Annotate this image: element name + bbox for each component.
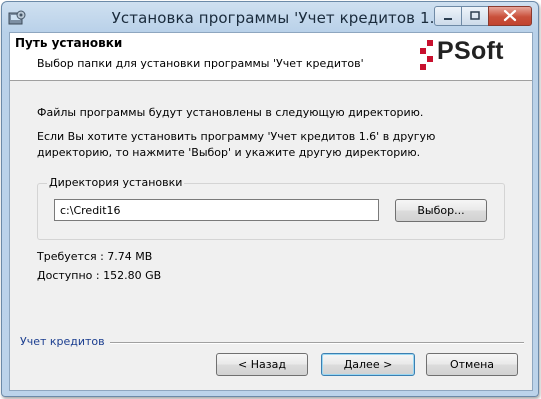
info-line-3: директорию, то нажмите 'Выбор' и укажите… [37, 146, 421, 159]
install-path-input[interactable] [54, 199, 379, 221]
browse-button[interactable]: Выбор... [395, 199, 487, 222]
logo-square [427, 40, 433, 46]
close-icon [503, 9, 517, 22]
logo-square [420, 64, 426, 70]
logo-square [420, 48, 426, 54]
info-line-1: Файлы программы будут установлены в след… [37, 106, 424, 119]
wizard-header: Путь установки Выбор папки для установки… [10, 33, 532, 81]
close-button[interactable] [488, 6, 532, 26]
footer-divider [110, 342, 524, 344]
dialog-client-area: Путь установки Выбор папки для установки… [9, 32, 533, 391]
caption-buttons [434, 6, 532, 26]
minimize-icon [444, 18, 452, 20]
title-bar[interactable]: Установка программы 'Учет кредитов 1.6' [2, 2, 538, 34]
info-line-2: Если Вы хотите установить программу 'Уче… [37, 130, 436, 143]
install-directory-group: Директория установки Выбор... [37, 176, 505, 240]
space-required: Требуется : 7.74 MB [37, 250, 153, 263]
maximize-button[interactable] [461, 6, 489, 26]
psoft-logo: PSoft [418, 37, 530, 77]
maximize-icon [470, 11, 480, 20]
branding-label: Учет кредитов [20, 335, 105, 348]
minimize-button[interactable] [434, 6, 462, 26]
cancel-button[interactable]: Отмена [426, 353, 518, 376]
space-available: Доступно : 152.80 GB [37, 269, 162, 282]
group-label: Директория установки [47, 176, 185, 189]
logo-text: PSoft [437, 37, 504, 65]
back-button[interactable]: < Назад [216, 353, 308, 376]
installer-window: Установка программы 'Учет кредитов 1.6' … [1, 1, 539, 397]
page-title: Путь установки [15, 36, 123, 50]
logo-square [427, 56, 433, 62]
page-subtitle: Выбор папки для установки программы 'Уче… [37, 57, 364, 70]
next-button[interactable]: Далее > [321, 353, 415, 376]
